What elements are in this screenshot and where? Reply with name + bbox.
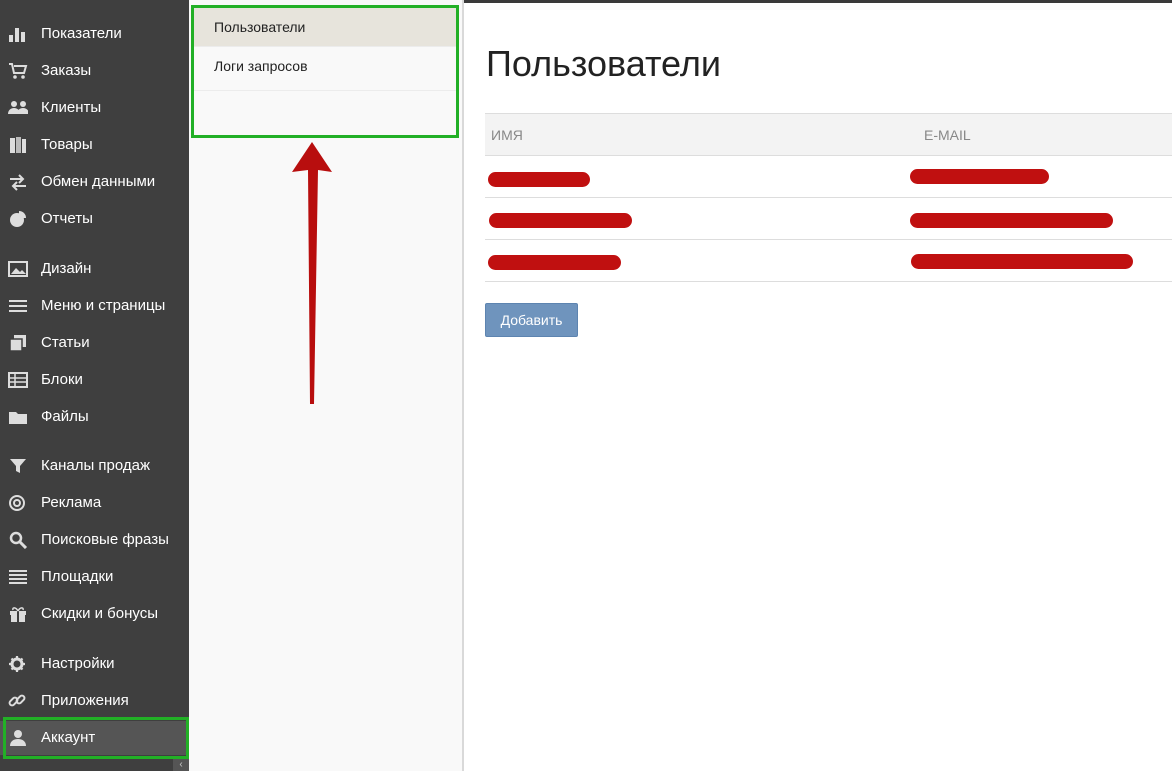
sidebar-item-label: Обмен данными <box>41 173 156 190</box>
cell-name <box>485 155 920 198</box>
image-icon <box>8 260 28 278</box>
table-row[interactable] <box>485 197 1172 240</box>
redaction-mark <box>910 213 1113 228</box>
redaction-mark <box>489 213 632 228</box>
sidebar-item-label: Каналы продаж <box>41 457 151 474</box>
sidebar-item-advertising[interactable]: Реклама <box>0 486 189 520</box>
sidebar-item-label: Показатели <box>41 25 122 42</box>
sidebar-item-label: Аккаунт <box>41 729 96 746</box>
cell-email <box>910 197 1172 240</box>
sidebar-item-label: Скидки и бонусы <box>41 605 159 622</box>
redaction-mark <box>488 172 590 187</box>
sidebar-item-indicators[interactable]: Показатели <box>0 17 189 51</box>
sidebar-item-data-exchange[interactable]: Обмен данными <box>0 165 189 199</box>
column-header-email[interactable]: E-MAIL <box>920 113 1172 156</box>
sidebar-item-menu-pages[interactable]: Меню и страницы <box>0 289 189 323</box>
redaction-mark <box>488 255 621 270</box>
sidebar-item-orders[interactable]: Заказы <box>0 54 189 88</box>
submenu-item-request-logs[interactable]: Логи запросов <box>194 47 457 85</box>
sidebar-item-account[interactable]: Аккаунт <box>0 721 189 755</box>
sidebar-item-label: Заказы <box>41 62 92 79</box>
sidebar-item-label: Статьи <box>41 334 90 351</box>
cell-name <box>485 239 920 282</box>
sidebar-item-label: Реклама <box>41 494 102 511</box>
user-icon <box>8 729 28 747</box>
column-header-name[interactable]: ИМЯ <box>485 113 920 156</box>
funnel-icon <box>8 457 28 475</box>
main-content: Пользователи ИМЯ E-MAIL Добавить <box>466 3 1172 771</box>
sidebar-item-label: Площадки <box>41 568 114 585</box>
sidebar-item-sales-channels[interactable]: Каналы продаж <box>0 449 189 483</box>
bar-chart-icon <box>8 25 28 43</box>
sidebar-item-label: Блоки <box>41 371 83 388</box>
table-icon <box>8 371 28 389</box>
sidebar-item-applications[interactable]: Приложения <box>0 684 189 718</box>
gift-icon <box>8 605 28 623</box>
sidebar-item-discounts[interactable]: Скидки и бонусы <box>0 597 189 631</box>
sidebar-item-products[interactable]: Товары <box>0 128 189 162</box>
sidebar-item-label: Приложения <box>41 692 129 709</box>
folder-icon <box>8 408 28 426</box>
add-user-button[interactable]: Добавить <box>485 303 578 337</box>
exchange-icon <box>8 173 28 191</box>
sidebar-item-label: Товары <box>41 136 93 153</box>
submenu-item-users[interactable]: Пользователи <box>194 8 457 46</box>
sidebar-item-label: Отчеты <box>41 210 93 227</box>
sidebar-item-articles[interactable]: Статьи <box>0 326 189 360</box>
books-icon <box>8 136 28 154</box>
search-icon <box>8 531 28 549</box>
sidebar-item-blocks[interactable]: Блоки <box>0 363 189 397</box>
list-icon <box>8 568 28 586</box>
sidebar-item-settings[interactable]: Настройки <box>0 647 189 681</box>
sidebar-item-search-phrases[interactable]: Поисковые фразы <box>0 523 189 557</box>
sidebar-item-files[interactable]: Файлы <box>0 400 189 434</box>
gear-icon <box>8 655 28 673</box>
sidebar-item-label: Поисковые фразы <box>41 531 169 548</box>
sidebar-item-label: Настройки <box>41 655 115 672</box>
page-title: Пользователи <box>486 43 721 84</box>
pie-chart-icon <box>8 210 28 228</box>
link-icon <box>8 692 28 710</box>
annotation-arrow-icon <box>292 142 332 404</box>
redaction-mark <box>911 254 1133 269</box>
cell-email <box>910 155 1172 198</box>
table-row[interactable] <box>485 239 1172 282</box>
redaction-mark <box>910 169 1049 184</box>
submenu-divider <box>194 90 457 91</box>
table-header-row: ИМЯ E-MAIL <box>485 113 1172 156</box>
table-row[interactable] <box>485 155 1172 198</box>
users-icon <box>8 99 28 117</box>
sidebar-collapse-button[interactable]: ‹ <box>173 757 189 771</box>
sidebar-item-design[interactable]: Дизайн <box>0 252 189 286</box>
sidebar-item-clients[interactable]: Клиенты <box>0 91 189 125</box>
sidebar-item-label: Дизайн <box>41 260 92 277</box>
sidebar-item-reports[interactable]: Отчеты <box>0 202 189 236</box>
menu-icon <box>8 297 28 315</box>
sidebar-item-label: Меню и страницы <box>41 297 166 314</box>
cell-name <box>485 197 920 240</box>
cart-icon <box>8 62 28 80</box>
sidebar-item-label: Клиенты <box>41 99 102 116</box>
cell-email <box>911 239 1172 282</box>
users-table: ИМЯ E-MAIL <box>485 113 1172 282</box>
target-icon <box>8 494 28 512</box>
sidebar-item-platforms[interactable]: Площадки <box>0 560 189 594</box>
sidebar-item-label: Файлы <box>41 408 89 425</box>
pages-icon <box>8 334 28 352</box>
main-sidebar: Показатели Заказы Клиенты Товары Обмен д… <box>0 0 189 771</box>
